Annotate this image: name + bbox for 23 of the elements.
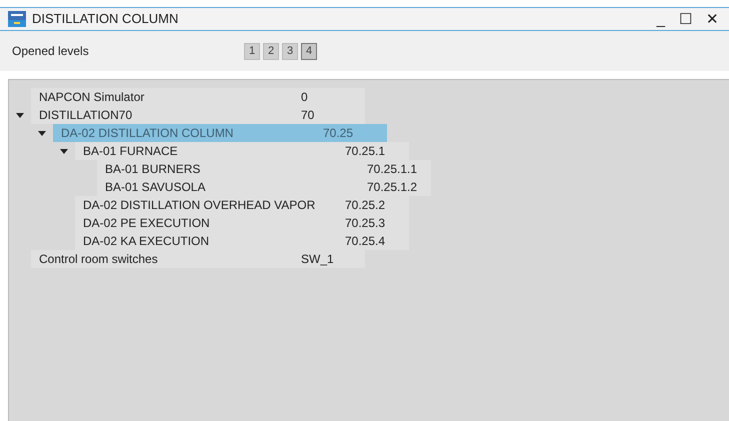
tree-item[interactable]: DA-02 KA EXECUTION 70.25.4 — [75, 232, 409, 250]
minimize-button[interactable]: _ — [652, 12, 669, 26]
tree-item[interactable]: BA-01 BURNERS 70.25.1.1 — [97, 160, 431, 178]
level-button[interactable]: 3 — [282, 42, 298, 60]
level-button[interactable]: 1 — [244, 42, 260, 60]
tree-item[interactable]: DA-02 DISTILLATION COLUMN 70.25 — [53, 124, 387, 142]
tree-item[interactable]: NAPCON Simulator 0 — [31, 88, 365, 106]
close-button[interactable]: ✕ — [702, 12, 723, 26]
collapse-arrow-icon[interactable] — [38, 129, 46, 137]
collapse-arrow-icon[interactable] — [60, 147, 68, 155]
app-logo-icon — [8, 11, 26, 27]
levels-label: Opened levels — [12, 43, 90, 60]
tree-item[interactable]: DA-02 DISTILLATION OVERHEAD VAPOR 70.25.2 — [75, 196, 409, 214]
window-title: DISTILLATION COLUMN — [32, 10, 178, 28]
tree-item[interactable]: DISTILLATION70 70 — [31, 106, 365, 124]
tree-item[interactable]: BA-01 SAVUSOLA 70.25.1.2 — [97, 178, 431, 196]
collapse-arrow-icon[interactable] — [16, 111, 24, 119]
tree-item[interactable]: BA-01 FURNACE 70.25.1 — [75, 142, 409, 160]
tree-item[interactable]: DA-02 PE EXECUTION 70.25.3 — [75, 214, 409, 232]
tree-item[interactable]: Control room switches SW_1 — [31, 250, 365, 268]
level-button[interactable]: 4 — [301, 42, 317, 60]
level-button[interactable]: 2 — [263, 42, 279, 60]
maximize-button[interactable]: ☐ — [675, 12, 696, 26]
